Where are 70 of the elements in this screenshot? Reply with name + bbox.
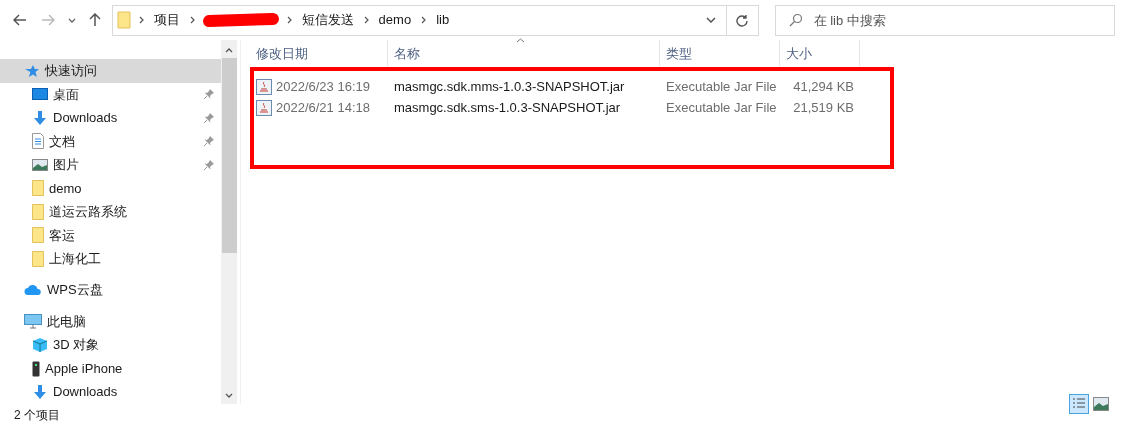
up-arrow-icon <box>88 13 101 27</box>
sidebar-item[interactable]: 客运 <box>0 223 221 248</box>
file-name: masmgc.sdk.mms-1.0.3-SNAPSHOT.jar <box>393 77 626 96</box>
folder-icon <box>32 250 44 267</box>
address-bar[interactable]: 项目 短信发送 demo lib <box>111 4 759 36</box>
java-file-icon <box>256 99 272 116</box>
scroll-down-icon[interactable] <box>225 393 233 398</box>
sidebar-item[interactable]: Downloads <box>0 106 221 130</box>
chevron-right-icon <box>363 16 369 24</box>
sidebar-item[interactable]: 3D 对象 <box>0 333 221 357</box>
folder-icon <box>32 203 44 220</box>
chevron-right-icon <box>421 16 427 24</box>
image-icon <box>1093 397 1109 411</box>
breadcrumb[interactable]: demo <box>376 10 414 30</box>
forward-arrow-icon <box>40 14 55 26</box>
type-cell-text: Executable Jar File <box>665 77 778 96</box>
java-file-icon <box>256 78 272 95</box>
folder-icon <box>32 227 44 244</box>
file-name: masmgc.sdk.sms-1.0.3-SNAPSHOT.jar <box>393 98 622 117</box>
scrollbar[interactable] <box>221 40 237 404</box>
sidebar-item[interactable]: 道运云路系统 <box>0 200 221 224</box>
sidebar-item[interactable]: Apple iPhone <box>0 356 221 381</box>
cloud-icon <box>24 284 42 297</box>
sidebar-item[interactable]: 图片 <box>0 153 221 177</box>
sidebar-item[interactable]: Downloads <box>0 380 221 404</box>
date-cell-text: 2022/6/21 14:18 <box>276 98 370 117</box>
breadcrumb[interactable]: 项目 <box>151 10 182 30</box>
search-icon <box>788 12 803 27</box>
chevron-right-icon <box>138 16 144 24</box>
type-cell-text: Executable Jar File <box>665 98 778 117</box>
sidebar-item[interactable]: 上海化工 <box>0 247 221 271</box>
sidebar-item[interactable]: 文档 <box>0 129 221 154</box>
folder-icon <box>32 180 44 197</box>
chevron-down-icon[interactable] <box>705 17 716 23</box>
breadcrumb[interactable]: 短信发送 <box>299 10 356 30</box>
phone-icon <box>32 360 40 377</box>
folder-icon <box>116 11 131 29</box>
scroll-up-icon[interactable] <box>225 48 233 53</box>
column-header[interactable]: 大小 <box>780 40 860 66</box>
size-cell-text: 21,519 KB <box>792 98 855 117</box>
chevron-right-icon <box>286 16 292 24</box>
back-arrow-icon <box>12 14 27 26</box>
column-header[interactable]: 名称 <box>388 40 660 66</box>
download-arrow-icon <box>32 109 48 126</box>
scrollbar-thumb[interactable] <box>221 58 237 253</box>
breadcrumb[interactable]: lib <box>434 10 452 30</box>
refresh-icon <box>736 13 749 27</box>
computer-icon <box>24 314 42 330</box>
item-count: 2 个项目 <box>14 407 60 424</box>
date-cell-text: 2022/6/23 16:19 <box>276 77 370 96</box>
thumbnail-view-button[interactable] <box>1091 394 1111 414</box>
image-icon <box>32 158 48 171</box>
cube-icon <box>32 337 48 354</box>
column-header[interactable]: 修改日期 <box>250 40 388 66</box>
sidebar-item[interactable]: 桌面 <box>0 82 221 107</box>
star-icon <box>24 63 40 78</box>
chevron-down-icon <box>67 17 76 23</box>
column-header[interactable]: 类型 <box>660 40 780 66</box>
file-row[interactable]: 2022/6/21 14:18 masmgc.sdk.sms-1.0.3-SNAPSHOT.jar Executable Jar File 21,519 KB <box>250 97 1123 118</box>
desktop-icon <box>32 88 48 101</box>
sidebar-item[interactable]: 快速访问 <box>0 59 221 83</box>
download-arrow-icon <box>32 384 48 401</box>
chevron-right-icon <box>189 16 195 24</box>
document-icon <box>32 133 44 150</box>
search-field[interactable]: 在 lib 中搜索 <box>774 4 1115 36</box>
sidebar-item[interactable]: demo <box>0 176 221 201</box>
file-row[interactable]: 2022/6/23 16:19 masmgc.sdk.mms-1.0.3-SNAPSHOT.jar Executable Jar File 41,294 KB <box>250 76 1123 97</box>
sidebar-item[interactable]: 此电脑 <box>0 309 221 334</box>
sidebar-item[interactable]: WPS云盘 <box>0 278 221 302</box>
size-cell-text: 41,294 KB <box>792 77 855 96</box>
